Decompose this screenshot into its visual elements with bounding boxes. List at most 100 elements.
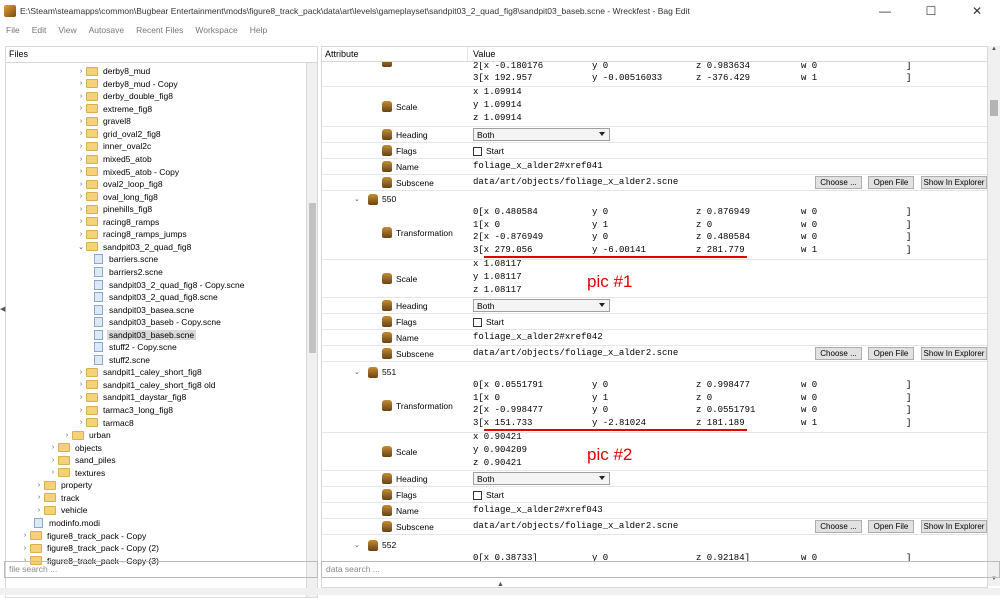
- open-file-button[interactable]: Open File: [868, 520, 914, 533]
- tree-folder[interactable]: › figure8_track_pack - Copy (2): [20, 542, 161, 554]
- tree-folder[interactable]: › gravel8: [76, 115, 133, 127]
- chevron-right-icon[interactable]: ›: [20, 545, 30, 552]
- checkbox-box[interactable]: [473, 146, 482, 156]
- chevron-right-icon[interactable]: ›: [76, 130, 86, 137]
- start-checkbox[interactable]: Start: [473, 490, 504, 500]
- open-file-button[interactable]: Open File: [868, 347, 914, 360]
- start-checkbox[interactable]: Start: [473, 317, 504, 327]
- tree-folder[interactable]: › derby8_mud - Copy: [76, 78, 180, 90]
- tree-folder[interactable]: › sandpit1_caley_short_fig8 old: [76, 379, 217, 391]
- tree-folder[interactable]: › objects: [48, 442, 104, 454]
- chevron-right-icon[interactable]: ›: [76, 206, 86, 213]
- chevron-right-icon[interactable]: ›: [76, 68, 86, 75]
- tree-folder[interactable]: › racing8_ramps_jumps: [76, 228, 189, 240]
- tree-folder[interactable]: › tarmac3_long_fig8: [76, 404, 175, 416]
- chevron-right-icon[interactable]: ›: [76, 394, 86, 401]
- tree-folder[interactable]: › vehicle: [34, 504, 89, 516]
- tree-folder[interactable]: › derby_double_fig8: [76, 90, 175, 102]
- chevron-right-icon[interactable]: ›: [76, 419, 86, 426]
- chevron-right-icon[interactable]: ›: [76, 369, 86, 376]
- show-in-explorer-button[interactable]: Show In Explorer: [921, 347, 987, 360]
- chevron-right-icon[interactable]: ›: [34, 482, 44, 489]
- tree-folder[interactable]: › pinehills_fig8: [76, 203, 154, 215]
- tree-folder[interactable]: › mixed5_atob - Copy: [76, 165, 181, 177]
- tree-folder[interactable]: › sand_piles: [48, 454, 118, 466]
- tree-folder[interactable]: › oval2_loop_fig8: [76, 178, 165, 190]
- open-file-button[interactable]: Open File: [868, 176, 914, 189]
- chevron-right-icon[interactable]: ›: [76, 381, 86, 388]
- chevron-right-icon[interactable]: ›: [76, 218, 86, 225]
- chevron-right-icon[interactable]: ›: [76, 143, 86, 150]
- heading-dropdown[interactable]: Both: [473, 299, 610, 312]
- choose-button[interactable]: Choose ...: [815, 176, 862, 189]
- tree-folder[interactable]: › sandpit1_daystar_fig8: [76, 391, 188, 403]
- tree-folder[interactable]: › extreme_fig8: [76, 103, 154, 115]
- chevron-down-icon[interactable]: ⌄: [354, 368, 360, 376]
- tree-folder[interactable]: › tarmac8: [76, 416, 136, 428]
- tree-file[interactable]: sandpit03_2_quad_fig8.scne: [94, 291, 220, 303]
- tree-folder[interactable]: › urban: [62, 429, 113, 441]
- chevron-right-icon[interactable]: ›: [76, 156, 86, 163]
- tree-file[interactable]: modinfo.modi: [34, 517, 102, 529]
- choose-button[interactable]: Choose ...: [815, 520, 862, 533]
- tree-folder[interactable]: ⌄ sandpit03_2_quad_fig8: [76, 241, 193, 253]
- tree-folder[interactable]: › sandpit1_caley_short_fig8: [76, 366, 204, 378]
- attribute-column-header[interactable]: Attribute: [322, 47, 468, 61]
- menu-file[interactable]: File: [0, 25, 26, 35]
- chevron-right-icon[interactable]: ›: [76, 193, 86, 200]
- tree-folder[interactable]: › figure8_track_pack - Copy: [20, 529, 148, 541]
- chevron-right-icon[interactable]: ›: [48, 469, 58, 476]
- collapse-left-icon[interactable]: ◀: [0, 305, 5, 315]
- tree-folder[interactable]: › property: [34, 479, 94, 491]
- file-search-input[interactable]: file search ...: [4, 561, 318, 578]
- chevron-down-icon[interactable]: ⌄: [354, 541, 360, 549]
- tree-file[interactable]: sandpit03_baseb.scne: [94, 329, 197, 341]
- show-in-explorer-button[interactable]: Show In Explorer: [921, 520, 987, 533]
- chevron-right-icon[interactable]: ›: [48, 457, 58, 464]
- chevron-right-icon[interactable]: ›: [76, 168, 86, 175]
- chevron-right-icon[interactable]: ›: [76, 181, 86, 188]
- chevron-right-icon[interactable]: ›: [34, 494, 44, 501]
- tree-folder[interactable]: › textures: [48, 467, 107, 479]
- splitter-up-icon[interactable]: ▲: [497, 581, 504, 588]
- data-search-input[interactable]: data search ...: [321, 561, 1000, 578]
- menu-view[interactable]: View: [52, 25, 82, 35]
- chevron-right-icon[interactable]: ›: [76, 80, 86, 87]
- maximize-button[interactable]: ☐: [908, 0, 954, 22]
- menu-edit[interactable]: Edit: [26, 25, 53, 35]
- chevron-down-icon[interactable]: ⌄: [354, 195, 360, 203]
- tree-folder[interactable]: › racing8_ramps: [76, 216, 161, 228]
- close-button[interactable]: ✕: [954, 0, 1000, 22]
- chevron-right-icon[interactable]: ›: [76, 407, 86, 414]
- minimize-button[interactable]: —: [862, 0, 908, 22]
- chevron-right-icon[interactable]: ›: [76, 105, 86, 112]
- menu-help[interactable]: Help: [244, 25, 273, 35]
- tree-file[interactable]: barriers.scne: [94, 253, 160, 265]
- chevron-right-icon[interactable]: ›: [34, 507, 44, 514]
- choose-button[interactable]: Choose ...: [815, 347, 862, 360]
- tree-folder[interactable]: › derby8_mud: [76, 65, 152, 77]
- chevron-right-icon[interactable]: ›: [48, 444, 58, 451]
- tree-folder[interactable]: › oval_long_fig8: [76, 191, 160, 203]
- heading-dropdown[interactable]: Both: [473, 128, 610, 141]
- chevron-right-icon[interactable]: ›: [62, 432, 72, 439]
- tree-folder[interactable]: › track: [34, 492, 81, 504]
- scrollbar-thumb[interactable]: [309, 203, 316, 353]
- chevron-right-icon[interactable]: ›: [76, 118, 86, 125]
- chevron-right-icon[interactable]: ›: [76, 231, 86, 238]
- chevron-down-icon[interactable]: ⌄: [76, 243, 86, 251]
- value-column-header[interactable]: Value: [468, 47, 500, 61]
- chevron-right-icon[interactable]: ›: [20, 532, 30, 539]
- file-tree-scrollbar[interactable]: [306, 62, 318, 598]
- tree-file[interactable]: sandpit03_baseb - Copy.scne: [94, 316, 223, 328]
- menu-autosave[interactable]: Autosave: [83, 25, 130, 35]
- checkbox-box[interactable]: [473, 317, 482, 327]
- tree-file[interactable]: barriers2.scne: [94, 266, 165, 278]
- scroll-up-icon[interactable]: ▲: [988, 46, 1000, 56]
- attribute-scrollbar[interactable]: ▲ ▼: [988, 46, 1000, 586]
- heading-dropdown[interactable]: Both: [473, 472, 610, 485]
- tree-folder[interactable]: › grid_oval2_fig8: [76, 128, 163, 140]
- checkbox-box[interactable]: [473, 490, 482, 500]
- tree-file[interactable]: sandpit03_2_quad_fig8 - Copy.scne: [94, 278, 246, 290]
- chevron-right-icon[interactable]: ›: [76, 93, 86, 100]
